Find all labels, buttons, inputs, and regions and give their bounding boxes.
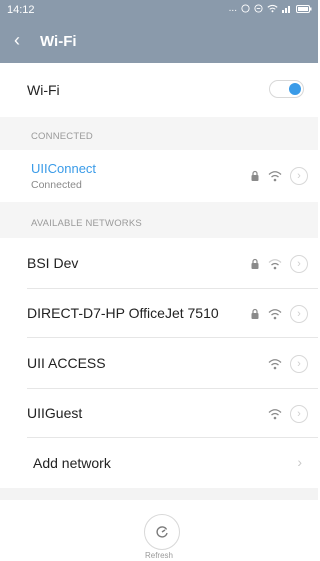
lock-icon (251, 258, 259, 269)
battery-icon (296, 4, 312, 13)
network-name: BSI Dev (27, 255, 79, 271)
cellular-signal-icon (282, 6, 290, 13)
wifi-strength-icon (268, 171, 282, 182)
wifi-strength-icon (268, 409, 282, 420)
network-details-chevron-icon[interactable]: › (290, 255, 308, 273)
network-icons: › (268, 355, 308, 373)
connected-network-name: UIIConnect (31, 161, 97, 176)
wifi-strength-icon (268, 259, 282, 270)
wifi-signal-icon (267, 4, 278, 13)
section-gap (0, 488, 318, 500)
notification-dots: ... (228, 3, 237, 14)
chevron-right-icon: › (297, 454, 302, 470)
connected-network-status: Connected (31, 179, 82, 191)
network-name: UII ACCESS (27, 355, 106, 371)
toggle-knob (289, 83, 301, 95)
connected-network-icons: › (250, 167, 308, 185)
available-section-header: AVAILABLE NETWORKS (0, 202, 318, 238)
network-name: DIRECT-D7-HP OfficeJet 7510 (27, 305, 219, 321)
refresh-icon (156, 526, 168, 538)
wifi-strength-icon (268, 359, 282, 370)
title-bar: ‹ Wi-Fi (0, 20, 318, 63)
wifi-strength-icon (268, 309, 282, 320)
network-icons: › (268, 405, 308, 423)
refresh-label: Refresh (144, 551, 173, 560)
connected-section-header: CONNECTED (0, 117, 318, 150)
network-icons: › (250, 255, 308, 273)
section-title-connected: CONNECTED (31, 131, 93, 142)
lock-icon (251, 170, 259, 181)
status-icons: ... (229, 3, 312, 14)
network-icons: › (250, 305, 308, 323)
status-time: 14:12 (7, 4, 35, 16)
network-details-chevron-icon[interactable]: › (290, 167, 308, 185)
refresh-button[interactable] (144, 514, 180, 550)
network-details-chevron-icon[interactable]: › (290, 405, 308, 423)
alarm-icon (241, 4, 250, 13)
add-network-label: Add network (33, 455, 111, 471)
network-details-chevron-icon[interactable]: › (290, 355, 308, 373)
section-title-available: AVAILABLE NETWORKS (31, 218, 142, 229)
network-name: UIIGuest (27, 405, 83, 421)
lock-icon (251, 308, 259, 319)
page-title: Wi-Fi (40, 33, 77, 50)
do-not-disturb-icon (254, 4, 263, 13)
add-network-row[interactable]: Add network › (0, 438, 318, 488)
status-bar: 14:12 ... (0, 0, 318, 20)
back-arrow-icon[interactable]: ‹ (14, 31, 20, 49)
wifi-toggle-label: Wi-Fi (27, 82, 60, 98)
network-details-chevron-icon[interactable]: › (290, 305, 308, 323)
wifi-toggle-switch[interactable] (269, 80, 304, 98)
